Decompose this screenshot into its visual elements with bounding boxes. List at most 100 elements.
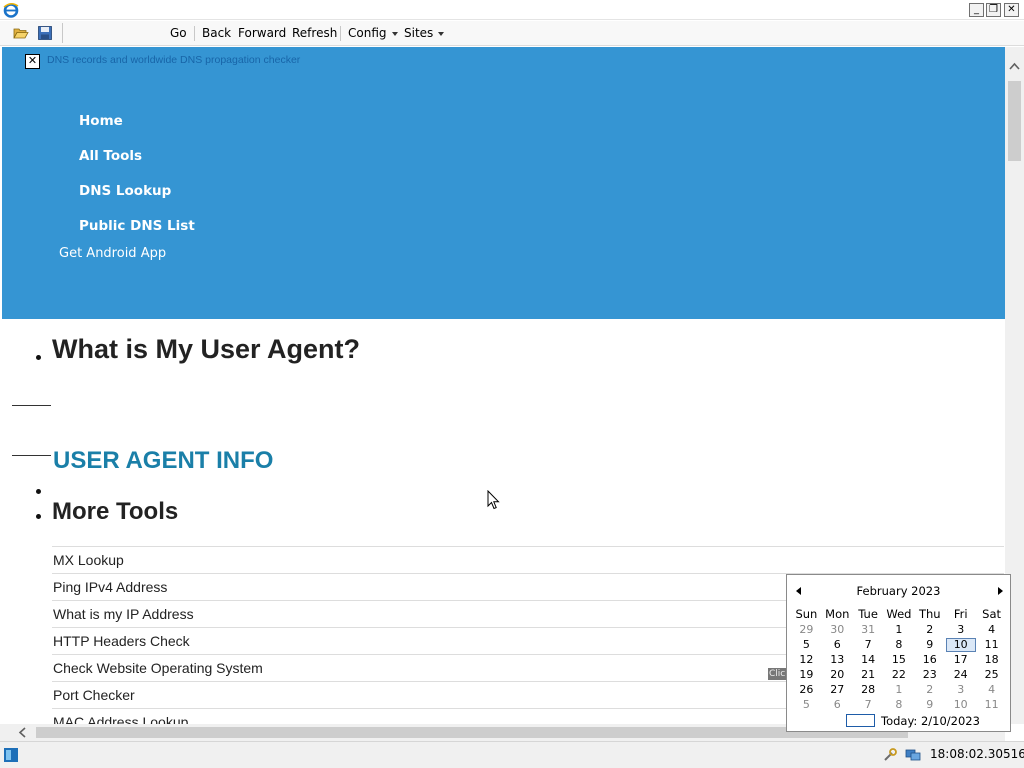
selected-day-label: 10 — [945, 637, 976, 652]
calendar-day[interactable]: 18 — [976, 652, 1007, 667]
calendar-day[interactable]: 2 — [914, 622, 945, 637]
calendar-day[interactable]: 2 — [914, 682, 945, 697]
page-title: What is My User Agent? — [52, 334, 361, 364]
title-bar: _ ❐ ✕ — [0, 0, 1024, 20]
browser-toolbar: Go Back Forward Refresh Config Sites — [0, 21, 1024, 46]
folder-open-icon[interactable] — [13, 25, 29, 41]
calendar-day[interactable]: 21 — [853, 667, 884, 682]
weekday-label: Fri — [953, 607, 968, 621]
calendar-day[interactable]: 29 — [791, 622, 822, 637]
calendar-day[interactable]: 6 — [822, 697, 853, 712]
calendar-day[interactable]: 9 — [914, 697, 945, 712]
refresh-button[interactable]: Refresh — [292, 21, 337, 46]
weekday-label: Wed — [886, 607, 912, 621]
weekday-label: Tue — [858, 607, 878, 621]
calendar-day[interactable]: 4 — [976, 622, 1007, 637]
scroll-up-icon[interactable] — [1009, 62, 1020, 70]
restore-button[interactable]: ❐ — [986, 3, 1001, 17]
site-tagline: DNS records and worldwide DNS propagatio… — [47, 54, 301, 66]
start-icon[interactable] — [3, 747, 19, 763]
minimize-button[interactable]: _ — [969, 3, 984, 17]
user-agent-info-heading: USER AGENT INFO — [53, 447, 274, 474]
today-marker[interactable] — [846, 714, 875, 727]
calendar-day[interactable]: 4 — [976, 682, 1007, 697]
nav-public-dns-list[interactable]: Public DNS List — [79, 218, 195, 234]
calendar-day-selected[interactable]: 10 — [945, 637, 976, 652]
horizontal-scroll-thumb[interactable] — [36, 727, 908, 738]
calendar-day[interactable]: 1 — [883, 622, 914, 637]
calendar-day[interactable]: 11 — [976, 697, 1007, 712]
calendar-day[interactable]: 6 — [822, 637, 853, 652]
calendar-day[interactable]: 11 — [976, 637, 1007, 652]
config-menu[interactable]: Config — [348, 21, 398, 46]
calendar-day[interactable]: 7 — [853, 637, 884, 652]
cookie-banner-stub[interactable]: Clic — [768, 668, 788, 680]
divider — [12, 455, 51, 456]
floppy-save-icon[interactable] — [37, 25, 53, 41]
next-month-icon[interactable] — [998, 587, 1003, 595]
calendar-day[interactable]: 13 — [822, 652, 853, 667]
more-tools-heading: More Tools — [52, 498, 179, 525]
nav-dns-lookup[interactable]: DNS Lookup — [79, 183, 171, 199]
close-window-button[interactable]: ✕ — [1004, 3, 1019, 17]
toolbar-divider — [340, 26, 341, 41]
sites-label: Sites — [404, 26, 434, 40]
sites-menu[interactable]: Sites — [404, 21, 445, 46]
calendar-day[interactable]: 30 — [822, 622, 853, 637]
list-bullet — [36, 514, 41, 519]
browser-window: _ ❐ ✕ Go Back Forward Refresh Config Sit… — [0, 0, 1024, 768]
calendar-day[interactable]: 25 — [976, 667, 1007, 682]
close-icon[interactable]: ✕ — [25, 54, 40, 69]
nav-all-tools[interactable]: All Tools — [79, 148, 142, 164]
weekday-label: Sun — [795, 607, 818, 621]
tools-icon[interactable] — [882, 747, 898, 763]
calendar-day[interactable]: 22 — [883, 667, 914, 682]
go-button[interactable]: Go — [170, 21, 187, 46]
tool-link-mx-lookup[interactable]: MX Lookup — [52, 547, 1004, 574]
today-link[interactable]: Today: 2/10/2023 — [881, 714, 980, 728]
calendar-day[interactable]: 15 — [883, 652, 914, 667]
address-field[interactable] — [62, 23, 160, 43]
calendar-day[interactable]: 19 — [791, 667, 822, 682]
calendar-day[interactable]: 27 — [822, 682, 853, 697]
forward-button[interactable]: Forward — [238, 21, 286, 46]
toolbar-divider — [194, 26, 195, 41]
date-picker-calendar: February 2023 Sun Mon Tue Wed Thu Fri Sa… — [786, 574, 1011, 732]
weekday-label: Thu — [918, 607, 941, 621]
calendar-day[interactable]: 31 — [853, 622, 884, 637]
taskbar-clock: 18:08:02.3051669 — [930, 747, 1024, 761]
weekday-label: Mon — [825, 607, 850, 621]
calendar-day[interactable]: 9 — [914, 637, 945, 652]
calendar-day[interactable]: 10 — [945, 697, 976, 712]
nav-home[interactable]: Home — [79, 113, 123, 129]
back-button[interactable]: Back — [202, 21, 231, 46]
calendar-day[interactable]: 20 — [822, 667, 853, 682]
calendar-day[interactable]: 8 — [883, 697, 914, 712]
calendar-day[interactable]: 3 — [945, 682, 976, 697]
calendar-day[interactable]: 7 — [853, 697, 884, 712]
divider — [12, 405, 51, 406]
calendar-day[interactable]: 8 — [883, 637, 914, 652]
network-icon[interactable] — [905, 747, 921, 763]
calendar-day[interactable]: 5 — [791, 637, 822, 652]
calendar-day[interactable]: 5 — [791, 697, 822, 712]
calendar-day[interactable]: 12 — [791, 652, 822, 667]
mouse-cursor-icon — [487, 490, 500, 510]
chevron-down-icon — [438, 31, 445, 36]
ie-logo-icon — [3, 3, 19, 18]
calendar-day[interactable]: 16 — [914, 652, 945, 667]
calendar-month-label[interactable]: February 2023 — [787, 584, 1010, 598]
calendar-day[interactable]: 14 — [853, 652, 884, 667]
calendar-day[interactable]: 1 — [883, 682, 914, 697]
calendar-grid: Sun Mon Tue Wed Thu Fri Sat 29 30 31 1 2… — [791, 606, 1007, 712]
calendar-day[interactable]: 28 — [853, 682, 884, 697]
calendar-day[interactable]: 3 — [945, 622, 976, 637]
calendar-day[interactable]: 24 — [945, 667, 976, 682]
calendar-day[interactable]: 26 — [791, 682, 822, 697]
calendar-day[interactable]: 23 — [914, 667, 945, 682]
vertical-scroll-thumb[interactable] — [1008, 81, 1021, 161]
taskbar: 18:08:02.3051669 — [0, 741, 1024, 768]
calendar-day[interactable]: 17 — [945, 652, 976, 667]
android-app-link[interactable]: Get Android App — [59, 246, 166, 261]
scroll-left-icon[interactable] — [18, 727, 26, 738]
